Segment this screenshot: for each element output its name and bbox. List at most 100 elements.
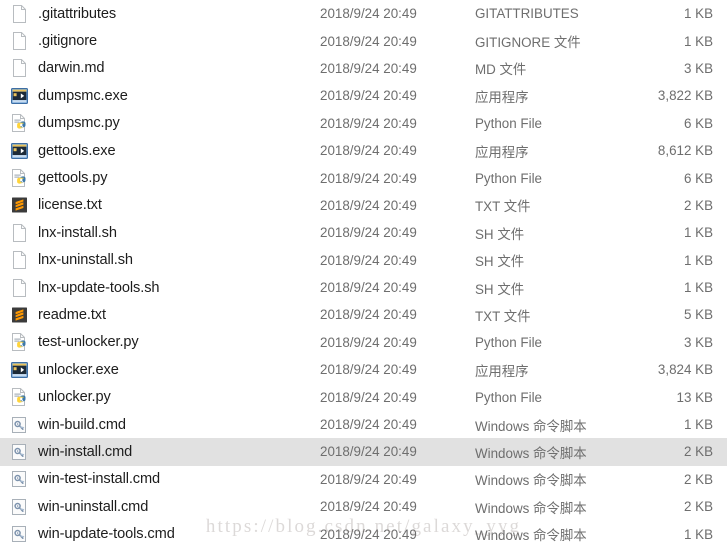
file-row[interactable]: .gitattributes 2018/9/24 20:49 GITATTRIBUT… (0, 0, 727, 27)
file-date-cell: 2018/9/24 20:49 (320, 143, 417, 159)
file-date-cell: 2018/9/24 20:49 (320, 362, 417, 378)
file-row[interactable]: readme.txt 2018/9/24 20:49 TXT 文件 5 KB (0, 301, 727, 328)
file-row[interactable]: darwin.md 2018/9/24 20:49 MD 文件 3 KB (0, 55, 727, 82)
file-size-cell: 1 KB (683, 6, 713, 22)
file-name-cell[interactable]: readme.txt (0, 306, 320, 324)
python-file-icon (11, 333, 28, 352)
file-row[interactable]: win-build.cmd 2018/9/24 20:49 Windows 命令脚本… (0, 411, 727, 438)
file-size-cell: 1 KB (683, 252, 713, 268)
file-list[interactable]: .gitattributes 2018/9/24 20:49 GITATTRIBUT… (0, 0, 727, 548)
file-name-label: dumpsmc.exe (38, 87, 128, 104)
file-date-cell: 2018/9/24 20:49 (320, 444, 417, 460)
file-type-cell: Python File (475, 115, 542, 131)
file-name-cell[interactable]: gettools.py (0, 169, 320, 188)
python-file-icon (11, 388, 28, 407)
file-name-cell[interactable]: win-build.cmd (0, 416, 320, 434)
file-name-cell[interactable]: unlocker.py (0, 388, 320, 407)
file-row[interactable]: win-install.cmd 2018/9/24 20:49 Windows 命令… (0, 438, 727, 466)
file-name-cell[interactable]: lnx-install.sh (0, 223, 320, 242)
file-type-cell: Windows 命令脚本 (475, 418, 587, 434)
file-name-label: lnx-update-tools.sh (38, 279, 160, 296)
file-type-cell: GITATTRIBUTES (475, 6, 579, 22)
file-size-cell: 1 KB (683, 417, 713, 433)
file-name-label: win-uninstall.cmd (38, 498, 149, 515)
file-size-cell: 8,612 KB (657, 143, 713, 159)
file-name-cell[interactable]: dumpsmc.exe (0, 87, 320, 105)
file-type-cell: TXT 文件 (475, 308, 531, 324)
file-name-cell[interactable]: win-update-tools.cmd (0, 525, 320, 543)
file-row[interactable]: win-uninstall.cmd 2018/9/24 20:49 Windows … (0, 493, 727, 520)
file-row[interactable]: test-unlocker.py 2018/9/24 20:49 Python Fi… (0, 329, 727, 356)
file-type-cell: 应用程序 (475, 144, 529, 160)
file-type-cell: Python File (475, 170, 542, 186)
file-size-cell: 13 KB (676, 389, 713, 405)
file-name-label: win-test-install.cmd (38, 471, 161, 488)
file-size-cell: 2 KB (683, 197, 713, 213)
file-date-cell: 2018/9/24 20:49 (320, 280, 417, 296)
file-name-cell[interactable]: lnx-uninstall.sh (0, 251, 320, 270)
file-name-label: lnx-uninstall.sh (38, 252, 133, 269)
file-size-cell: 6 KB (683, 115, 713, 131)
file-name-label: win-build.cmd (38, 416, 126, 433)
file-name-label: .gitattributes (38, 5, 117, 22)
file-row[interactable]: lnx-install.sh 2018/9/24 20:49 SH 文件 1 KB (0, 219, 727, 246)
file-name-cell[interactable]: .gitignore (0, 32, 320, 51)
file-name-label: dumpsmc.py (38, 115, 120, 132)
file-type-cell: TXT 文件 (475, 199, 531, 215)
file-date-cell: 2018/9/24 20:49 (320, 170, 417, 186)
file-name-cell[interactable]: gettools.exe (0, 142, 320, 160)
file-name-cell[interactable]: win-test-install.cmd (0, 470, 320, 488)
file-name-label: unlocker.exe (38, 361, 119, 378)
file-row[interactable]: lnx-uninstall.sh 2018/9/24 20:49 SH 文件 1 KB (0, 247, 727, 274)
file-row[interactable]: unlocker.py 2018/9/24 20:49 Python File 13 … (0, 383, 727, 410)
file-type-cell: Python File (475, 334, 542, 350)
file-type-cell: 应用程序 (475, 363, 529, 379)
blank-document-icon (11, 32, 28, 51)
file-name-cell[interactable]: darwin.md (0, 59, 320, 78)
file-row[interactable]: license.txt 2018/9/24 20:49 TXT 文件 2 KB (0, 192, 727, 219)
file-size-cell: 5 KB (683, 307, 713, 323)
file-type-cell: SH 文件 (475, 226, 525, 242)
file-name-label: license.txt (38, 197, 102, 214)
file-size-cell: 1 KB (683, 526, 713, 542)
file-size-cell: 1 KB (683, 225, 713, 241)
file-row[interactable]: .gitignore 2018/9/24 20:49 GITIGNORE 文件 1 K… (0, 27, 727, 54)
file-name-cell[interactable]: dumpsmc.py (0, 114, 320, 133)
application-exe-icon (11, 361, 28, 379)
cmd-script-icon (11, 498, 28, 516)
file-name-cell[interactable]: win-uninstall.cmd (0, 498, 320, 516)
file-type-cell: 应用程序 (475, 89, 529, 105)
file-name-cell[interactable]: win-install.cmd (0, 443, 320, 461)
file-date-cell: 2018/9/24 20:49 (320, 417, 417, 433)
blank-document-icon (11, 4, 28, 23)
file-name-cell[interactable]: unlocker.exe (0, 361, 320, 379)
sublime-text-icon (11, 306, 28, 324)
cmd-script-icon (11, 525, 28, 543)
file-row[interactable]: unlocker.exe 2018/9/24 20:49 应用程序 3,824 KB (0, 356, 727, 383)
file-row[interactable]: gettools.exe 2018/9/24 20:49 应用程序 8,612 KB (0, 137, 727, 164)
file-date-cell: 2018/9/24 20:49 (320, 197, 417, 213)
file-date-cell: 2018/9/24 20:49 (320, 225, 417, 241)
file-row[interactable]: dumpsmc.py 2018/9/24 20:49 Python File 6 KB (0, 110, 727, 137)
file-row[interactable]: lnx-update-tools.sh 2018/9/24 20:49 SH 文件 1… (0, 274, 727, 301)
file-size-cell: 2 KB (683, 444, 713, 460)
file-name-label: readme.txt (38, 306, 106, 323)
file-row[interactable]: gettools.py 2018/9/24 20:49 Python File 6 K… (0, 164, 727, 191)
blank-document-icon (11, 278, 28, 297)
file-row[interactable]: dumpsmc.exe 2018/9/24 20:49 应用程序 3,822 KB (0, 82, 727, 109)
file-name-label: lnx-install.sh (38, 224, 117, 241)
file-date-cell: 2018/9/24 20:49 (320, 6, 417, 22)
file-row[interactable]: win-update-tools.cmd 2018/9/24 20:49 Windo… (0, 520, 727, 547)
file-name-cell[interactable]: .gitattributes (0, 4, 320, 23)
file-type-cell: SH 文件 (475, 281, 525, 297)
file-name-cell[interactable]: test-unlocker.py (0, 333, 320, 352)
file-name-cell[interactable]: license.txt (0, 196, 320, 214)
file-size-cell: 2 KB (683, 499, 713, 515)
file-name-cell[interactable]: lnx-update-tools.sh (0, 278, 320, 297)
file-date-cell: 2018/9/24 20:49 (320, 389, 417, 405)
blank-document-icon (11, 223, 28, 242)
file-name-label: unlocker.py (38, 389, 111, 406)
sublime-text-icon (11, 196, 28, 214)
cmd-script-icon (11, 443, 28, 461)
file-row[interactable]: win-test-install.cmd 2018/9/24 20:49 Windo… (0, 466, 727, 493)
